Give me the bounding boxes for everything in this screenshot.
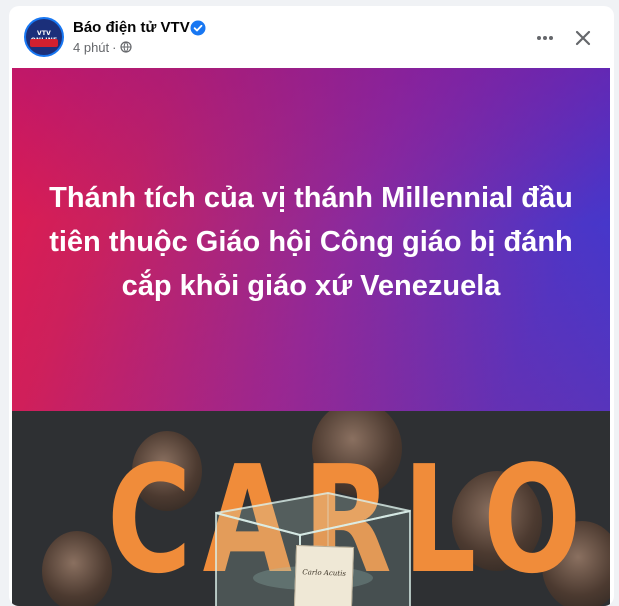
relic-label-card: Carlo Acutis <box>293 545 355 606</box>
post-photo[interactable]: CARLO Carlo Acutis <box>12 411 610 606</box>
post-header: VTV ONLINE Báo điện tử VTV 4 phút· <box>9 6 614 68</box>
post-time[interactable]: 4 phút <box>73 40 109 55</box>
close-button[interactable] <box>565 20 601 56</box>
background-face <box>42 531 112 606</box>
avatar[interactable]: VTV ONLINE <box>24 17 64 57</box>
post-meta: 4 phút · <box>73 40 132 55</box>
headline-banner[interactable]: Thánh tích của vị thánh Millennial đầu t… <box>12 68 610 411</box>
verified-badge-icon <box>190 20 206 36</box>
post-card: VTV ONLINE Báo điện tử VTV 4 phút· <box>9 6 614 606</box>
relic-card-name: Carlo Acutis <box>302 568 347 578</box>
more-horizontal-icon <box>537 36 553 40</box>
more-options-button[interactable] <box>527 20 563 56</box>
avatar-logo-band <box>30 39 58 47</box>
page-name[interactable]: Báo điện tử VTV <box>73 19 190 36</box>
headline-text: Thánh tích của vị thánh Millennial đầu t… <box>49 182 573 302</box>
globe-icon <box>119 41 132 53</box>
close-icon <box>575 30 591 46</box>
meta-separator: · <box>112 40 117 55</box>
